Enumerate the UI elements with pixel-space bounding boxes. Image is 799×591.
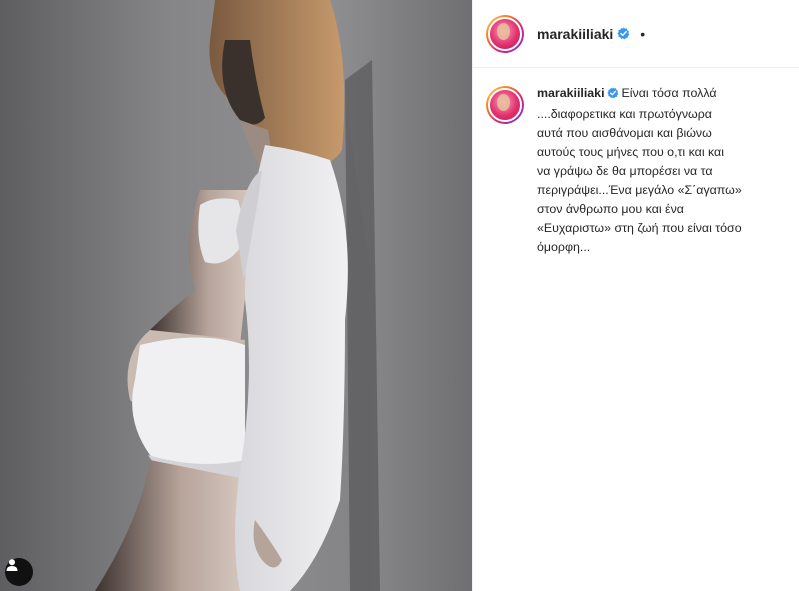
caption: marakiiliaki Είναι τόσα πολλά ....διαφορε… [473,68,799,257]
caption-username-link[interactable]: marakiiliaki [537,86,605,100]
caption-line: στον άνθρωπο μου και ένα [537,202,684,216]
caption-avatar[interactable] [486,86,524,124]
verified-badge-icon [606,86,619,105]
avatar[interactable] [486,14,524,53]
caption-line: αυτά που αισθάνομαι και βιώνω [537,126,712,140]
photo-illustration [95,0,472,591]
caption-line: όμορφη... [537,240,591,254]
header-separator: • [640,25,646,42]
post-side-panel: marakiiliaki • marakiiliaki Είναι τόσα πο… [472,0,799,591]
post-photo[interactable] [0,0,472,591]
caption-line: ....διαφορετικα και πρωτόγνωρα [537,107,712,121]
caption-line: Είναι τόσα πολλά [621,86,717,100]
tag-button[interactable] [5,558,33,586]
post-header: marakiiliaki • [473,0,799,68]
caption-line: αυτούς τους μήνες που ο,τι και και [537,145,724,159]
caption-line: να γράψω δε θα μπορέσει να τα [537,164,713,178]
caption-line: περιγράψει...Ένα μεγάλο «Σ΄αγαπω» [537,183,742,197]
user-tag-icon [6,559,18,571]
caption-text: marakiiliaki Είναι τόσα πολλά ....διαφορε… [537,84,782,257]
caption-line: «Ευχαριστω» στη ζωή που είναι τόσο [537,221,742,235]
instagram-post: marakiiliaki • marakiiliaki Είναι τόσα πο… [0,0,799,591]
username-link[interactable]: marakiiliaki [537,26,613,42]
verified-badge-icon [617,27,630,40]
